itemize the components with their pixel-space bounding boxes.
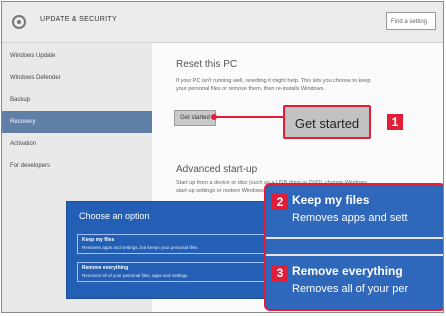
option-description: Removes all of your personal files, apps… [82, 273, 189, 278]
option-title: Keep my files [82, 237, 115, 243]
sidebar-item-backup[interactable]: Backup [2, 89, 152, 111]
callout-badge-2: 2 [272, 194, 288, 210]
zoom-divider [266, 237, 443, 239]
reset-heading: Reset this PC [176, 59, 238, 70]
remove-everything-zoom-title[interactable]: Remove everything [292, 264, 403, 278]
option-title: Remove everything [82, 265, 129, 271]
gear-icon [12, 15, 26, 29]
sidebar-item-recovery[interactable]: Recovery [2, 111, 152, 133]
callout-badge-3: 3 [272, 265, 288, 281]
option-description: Removes apps and settings, but keeps you… [82, 245, 199, 250]
dialog-title: Choose an option [79, 211, 150, 221]
get-started-button-zoom[interactable]: Get started [283, 105, 371, 139]
get-started-button[interactable]: Get started [174, 110, 216, 126]
reset-description: If your PC isn't running well, resetting… [176, 78, 371, 92]
sidebar-item-activation[interactable]: Activation [2, 133, 152, 155]
keep-my-files-zoom-title[interactable]: Keep my files [292, 193, 369, 207]
keep-my-files-zoom-description: Removes apps and sett [292, 212, 408, 224]
settings-window: UPDATE & SECURITY Find a setting Windows… [1, 1, 444, 313]
zoom-divider [266, 254, 443, 256]
sidebar-item-for-developers[interactable]: For developers [2, 155, 152, 177]
find-setting-input[interactable]: Find a setting [386, 12, 436, 30]
sidebar-item-windows-update[interactable]: Windows Update [2, 45, 152, 67]
callout-badge-1: 1 [387, 114, 403, 130]
sidebar-item-windows-defender[interactable]: Windows Defender [2, 67, 152, 89]
advanced-startup-heading: Advanced start-up [176, 164, 258, 175]
window-title: UPDATE & SECURITY [40, 16, 117, 23]
remove-everything-zoom-description: Removes all of your per [292, 283, 409, 295]
options-zoom-callout: 2 Keep my files Removes apps and sett 3 … [264, 183, 443, 311]
title-bar: UPDATE & SECURITY Find a setting [2, 2, 443, 43]
